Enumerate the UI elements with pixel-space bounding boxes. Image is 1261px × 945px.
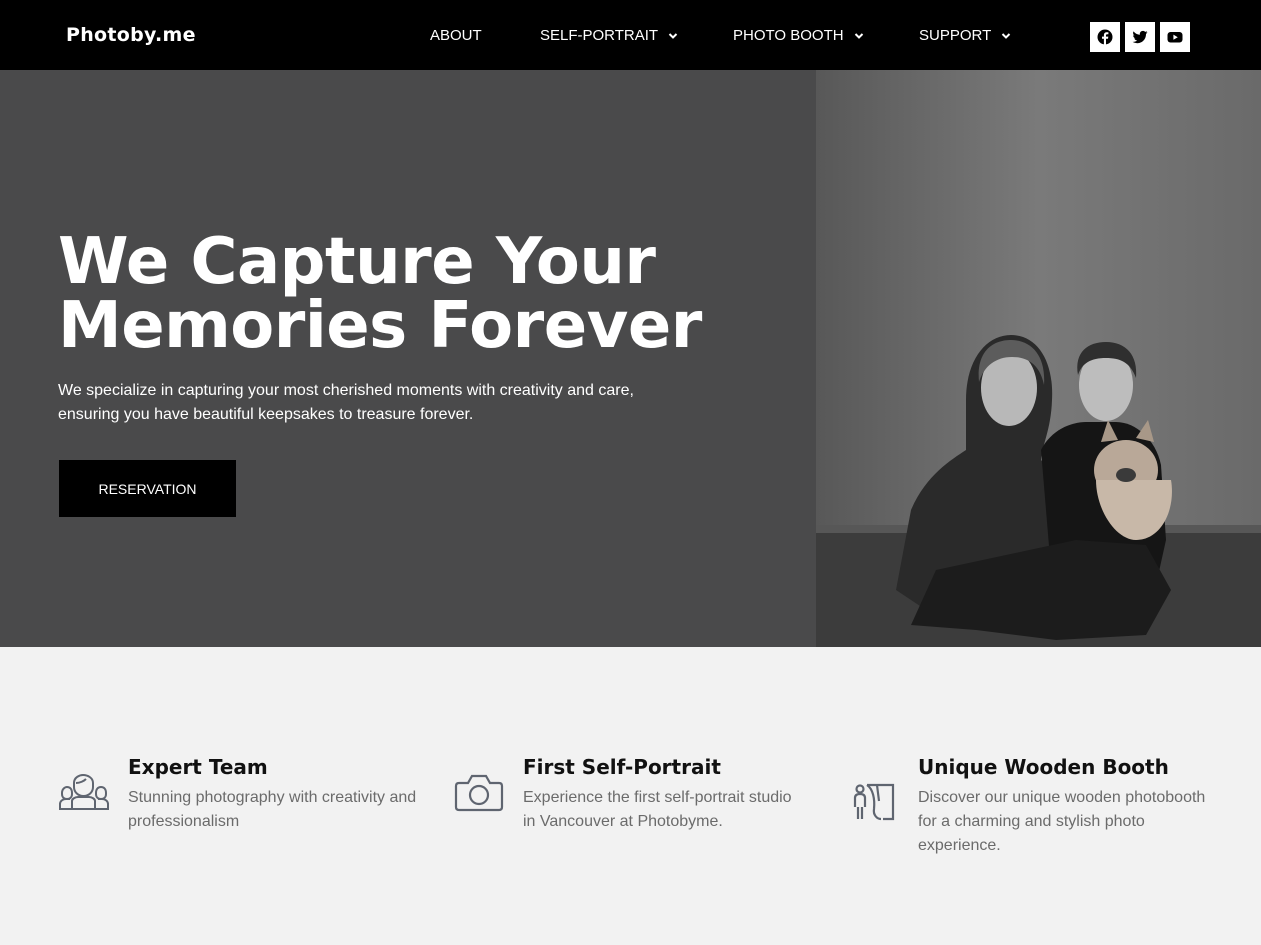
nav-item-label: PHOTO BOOTH: [733, 27, 844, 44]
twitter-icon: [1132, 30, 1148, 44]
hero-title-line: Memories Forever: [58, 289, 702, 363]
feature-text: Discover our unique wooden photobooth fo…: [918, 789, 1206, 854]
top-navbar: Photoby.me ABOUT SELF-PORTRAIT PHOTO BOO…: [0, 0, 1261, 70]
nav-item-photo-booth[interactable]: PHOTO BOOTH: [733, 27, 864, 44]
hero-photo: [816, 70, 1261, 647]
facebook-button[interactable]: [1090, 22, 1120, 52]
nav-item-self-portrait[interactable]: SELF-PORTRAIT: [540, 27, 678, 44]
camera-icon: [454, 774, 504, 812]
twitter-button[interactable]: [1125, 22, 1155, 52]
feature-title: Expert Team: [128, 755, 268, 779]
chevron-down-icon: [854, 32, 863, 39]
hero-title-line: We Capture Your: [58, 225, 656, 299]
feature-title: First Self-Portrait: [523, 755, 721, 779]
couple-with-dog-photo: [816, 70, 1261, 647]
facebook-icon: [1097, 29, 1113, 45]
nav-item-label: SELF-PORTRAIT: [540, 27, 659, 44]
nav-item-label: SUPPORT: [919, 27, 992, 44]
youtube-icon: [1167, 32, 1183, 43]
site-logo[interactable]: Photoby.me: [66, 24, 196, 46]
chevron-down-icon: [1002, 32, 1011, 39]
team-icon: [59, 773, 109, 810]
hero-section: We Capture Your Memories Forever We spec…: [0, 70, 1261, 647]
nav-item-label: ABOUT: [430, 27, 482, 44]
nav-item-about[interactable]: ABOUT: [430, 27, 482, 44]
feature-text: Experience the first self-portrait studi…: [523, 789, 792, 830]
nav-item-support[interactable]: SUPPORT: [919, 27, 1011, 44]
feature-title: Unique Wooden Booth: [918, 755, 1169, 779]
booth-icon: [853, 783, 895, 821]
youtube-button[interactable]: [1160, 22, 1190, 52]
chevron-down-icon: [668, 32, 678, 39]
reservation-button[interactable]: RESERVATION: [59, 460, 236, 517]
feature-text: Stunning photography with creativity and…: [128, 789, 417, 830]
hero-subtitle: We specialize in capturing your most che…: [58, 382, 634, 423]
hero-title: We Capture Your Memories Forever: [58, 230, 778, 358]
